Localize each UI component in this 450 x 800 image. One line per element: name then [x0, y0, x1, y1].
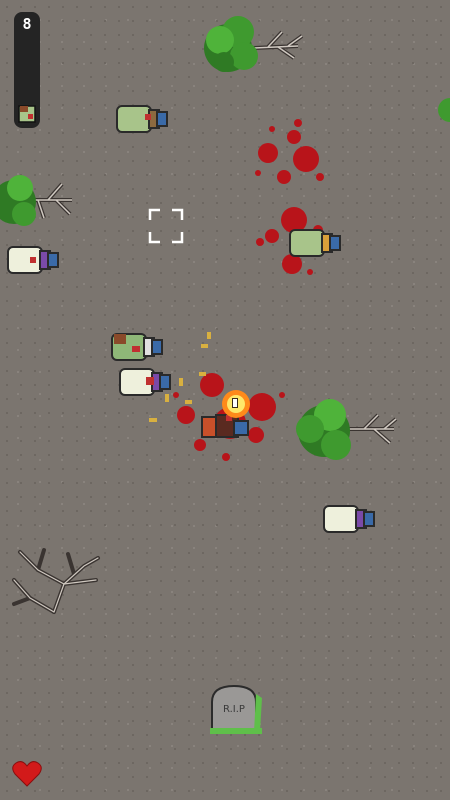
- green-tree: [0, 175, 72, 226]
- tombstone: R.I.P: [210, 684, 262, 734]
- green-tree: [204, 16, 304, 72]
- player-avatar-icon: [18, 105, 36, 123]
- green-tree: [438, 98, 450, 122]
- ammo-panel: 8: [14, 12, 40, 128]
- green-tree: [296, 399, 398, 460]
- tombstone-inscription: R.I.P: [223, 704, 245, 715]
- crosshair-icon[interactable]: [148, 208, 184, 244]
- ammo-count: 8: [22, 15, 32, 33]
- zombie[interactable]: [322, 504, 376, 534]
- muzzle-flash: [222, 390, 250, 418]
- heart-icon: [12, 761, 42, 787]
- blood-splatter: [255, 119, 324, 184]
- zombie[interactable]: [288, 228, 342, 258]
- zombie[interactable]: [6, 245, 60, 275]
- zombie[interactable]: [115, 104, 169, 134]
- dead-bush: [12, 548, 100, 614]
